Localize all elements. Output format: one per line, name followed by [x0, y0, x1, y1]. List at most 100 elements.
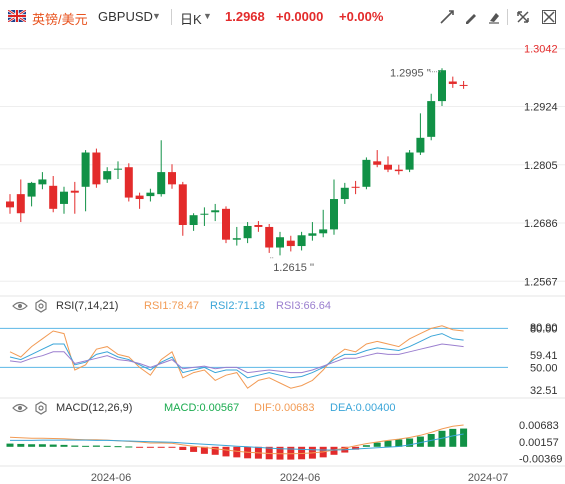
rsi-axis-label: 59.41	[530, 350, 558, 362]
candle-body	[384, 164, 392, 170]
candle-body	[394, 169, 403, 172]
macd-histogram-bar	[28, 444, 36, 447]
candle-body	[232, 238, 241, 240]
candle-body	[38, 179, 47, 185]
rsi1-legend: RSI1:78.47	[144, 300, 200, 312]
candle-body	[16, 194, 25, 214]
candle-body	[405, 152, 414, 170]
macd-histogram-bar	[38, 444, 46, 447]
candle-body	[49, 185, 58, 209]
gear-icon[interactable]	[34, 401, 48, 415]
macd-histogram-bar	[233, 446, 241, 458]
high-price-label: 1.2995 ''	[390, 68, 431, 80]
macd-pane-header: MACD(12,26,9) MACD:0.00567 DIF:0.00683 D…	[0, 399, 565, 417]
date-axis-label: 2024-06	[91, 472, 131, 484]
rsi-axis-label: 32.51	[530, 385, 558, 397]
macd-axis-label: 0.00683	[519, 420, 559, 432]
candle-body	[178, 184, 187, 225]
rsi3-legend: RSI3:66.64	[276, 300, 332, 312]
macd-histogram-bar	[460, 428, 468, 447]
candle-body	[27, 182, 36, 197]
candle-body	[168, 172, 176, 185]
macd-histogram-bar	[190, 446, 198, 452]
macd-histogram-bar	[449, 428, 457, 447]
macd-histogram-bar	[92, 445, 100, 447]
candle-body	[427, 101, 436, 137]
macd-histogram-bar	[179, 446, 187, 450]
candle-body	[373, 161, 382, 165]
macd-histogram-bar	[82, 445, 90, 447]
eye-icon[interactable]	[12, 402, 28, 414]
candle-body	[189, 215, 198, 225]
macd-histogram-bar	[114, 446, 122, 448]
eye-icon[interactable]	[12, 300, 28, 312]
macd-histogram-bar	[60, 444, 68, 447]
candle-body	[124, 167, 133, 198]
macd-histogram-bar	[362, 445, 370, 447]
price-axis-label: 1.2924	[524, 101, 558, 113]
macd-histogram-bar	[136, 446, 144, 448]
candle-body	[276, 237, 284, 248]
dif-legend: DIF:0.00683	[254, 402, 315, 414]
candle-body	[200, 213, 209, 215]
macd-histogram-bar	[6, 443, 14, 447]
macd-histogram-bar	[146, 446, 154, 448]
candle-body	[254, 224, 263, 227]
rsi-line-rsi2	[9, 333, 464, 379]
price-axis-label: 1.3042	[524, 44, 558, 56]
price-axis-label: 1.2805	[524, 160, 558, 172]
rsi-title: RSI(7,14,21)	[56, 300, 119, 312]
candle-body	[438, 70, 446, 102]
candle-body	[211, 210, 220, 213]
candle-body	[92, 152, 101, 185]
candle-body	[81, 152, 90, 187]
macd-title: MACD(12,26,9)	[56, 402, 133, 414]
candle-body	[60, 191, 68, 204]
price-axis-label: 1.2567	[524, 276, 558, 288]
macd-legend: MACD:0.00567	[164, 402, 240, 414]
macd-histogram-bar	[103, 445, 111, 447]
macd-axis-label: 0.00157	[519, 437, 559, 449]
rsi-pane-header: RSI(7,14,21) RSI1:78.47 RSI2:71.18 RSI3:…	[0, 297, 565, 315]
macd-histogram-bar	[384, 440, 392, 447]
rsi-line-rsi1	[9, 325, 464, 389]
macd-histogram-bar	[157, 446, 165, 448]
macd-histogram-bar	[222, 446, 230, 457]
candle-body	[243, 225, 252, 239]
low-price-label: 1.2615 ''	[273, 262, 314, 274]
candle-body	[351, 186, 360, 188]
candle-body	[265, 226, 274, 248]
candle-body	[330, 199, 338, 230]
candle-body	[70, 190, 79, 193]
candle-body	[157, 172, 166, 195]
macd-histogram-bar	[71, 445, 79, 447]
candle-body	[319, 229, 328, 234]
candle-body	[362, 159, 371, 187]
candle-body	[6, 201, 14, 208]
candle-body	[103, 171, 112, 180]
macd-histogram-bar	[373, 442, 381, 447]
macd-histogram-bar	[49, 444, 57, 447]
macd-axis-label: -0.00369	[519, 454, 562, 466]
rsi-axis-label: 50.00	[530, 362, 558, 374]
macd-histogram-bar	[17, 443, 25, 447]
date-axis-label: 2024-06	[280, 472, 320, 484]
candle-body	[222, 208, 230, 240]
candle-body	[448, 81, 457, 84]
candle-body	[308, 233, 317, 236]
candle-body	[135, 195, 144, 200]
gear-icon[interactable]	[34, 299, 48, 313]
date-axis-label: 2024-07	[468, 472, 508, 484]
dea-legend: DEA:0.00400	[330, 402, 396, 414]
macd-histogram-bar	[168, 446, 176, 448]
rsi2-legend: RSI2:71.18	[210, 300, 266, 312]
candle-body	[114, 168, 122, 170]
candle-body	[340, 187, 349, 200]
candle-body	[416, 137, 425, 153]
candle-body	[297, 235, 306, 247]
macd-histogram-bar	[125, 446, 133, 448]
rsi-axis-label: 80.00	[530, 323, 558, 335]
candle-body	[459, 84, 468, 86]
price-axis-label: 1.2686	[524, 218, 558, 230]
candle-body	[146, 192, 155, 197]
